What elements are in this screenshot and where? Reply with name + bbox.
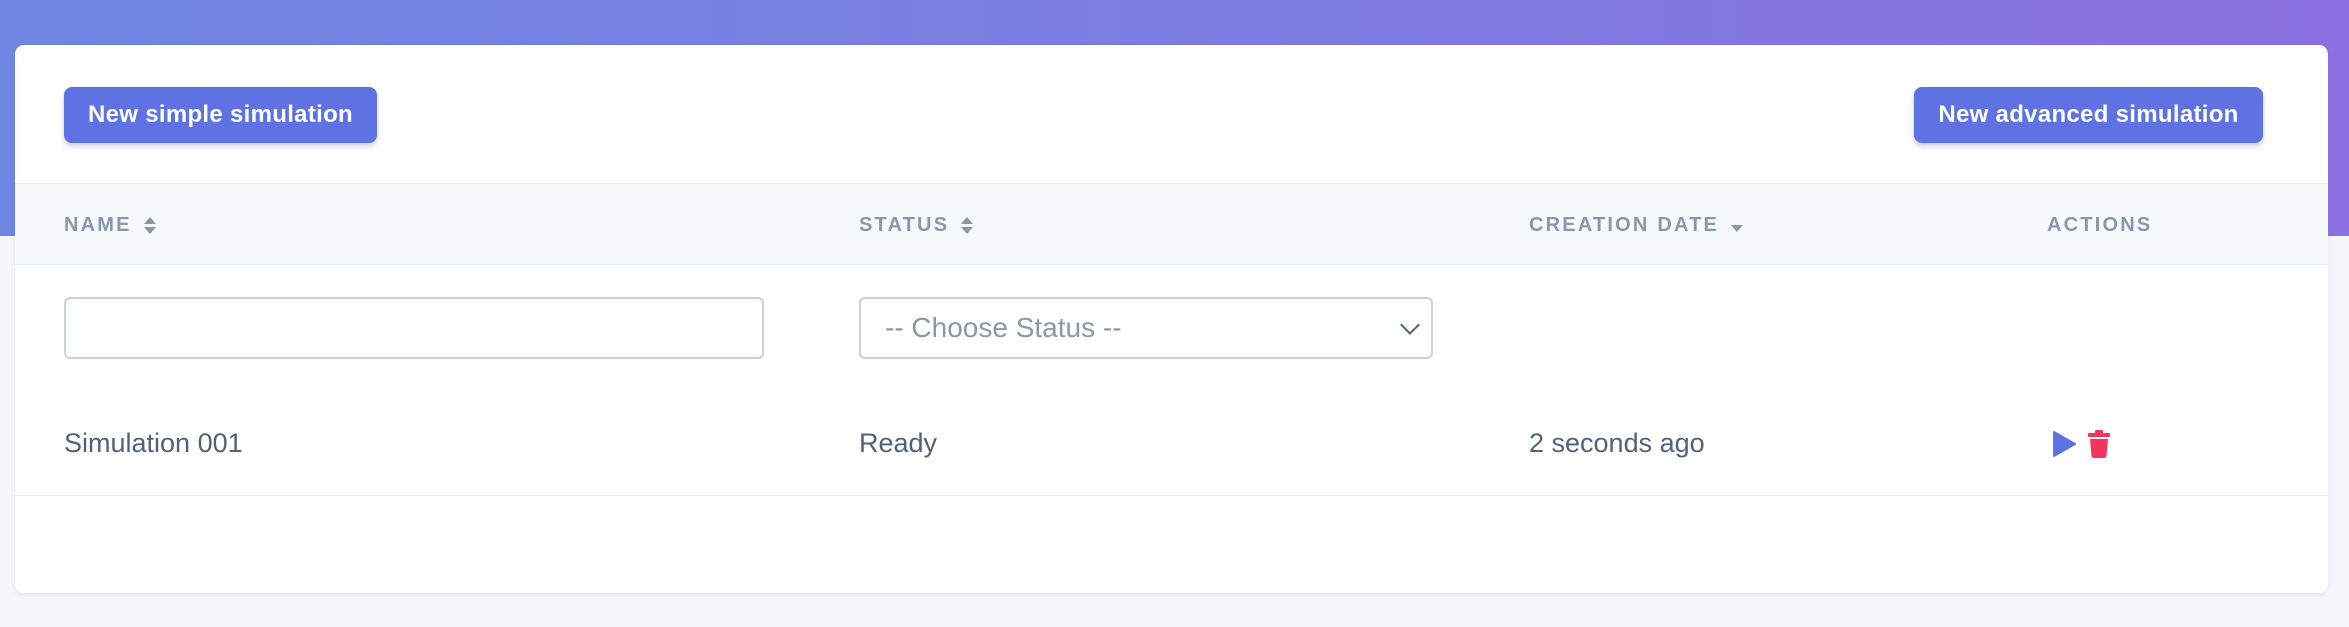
sort-desc-icon[interactable]	[1731, 224, 1744, 232]
status-filter-selected: -- Choose Status --	[885, 312, 1122, 343]
simulations-card: New simple simulation New advanced simul…	[15, 45, 2328, 593]
filter-row: -- Choose Status --	[15, 265, 2328, 391]
trash-icon[interactable]	[2087, 429, 2111, 458]
sort-icon[interactable]	[143, 216, 156, 234]
new-advanced-simulation-button[interactable]: New advanced simulation	[1914, 87, 2263, 143]
play-icon[interactable]	[2051, 430, 2077, 458]
sort-icon[interactable]	[961, 216, 974, 234]
column-header-creation-date-label: CREATION DATE	[1529, 213, 1720, 236]
name-filter-input[interactable]	[64, 297, 764, 359]
column-header-creation-date[interactable]: CREATION DATE	[1529, 184, 1744, 266]
column-header-actions-label: ACTIONS	[2047, 213, 2153, 236]
chevron-down-icon	[1400, 315, 1420, 335]
column-header-status[interactable]: STATUS	[859, 184, 974, 266]
row-creation-date: 2 seconds ago	[1529, 428, 1705, 458]
column-header-status-label: STATUS	[859, 213, 950, 236]
status-filter-select[interactable]: -- Choose Status --	[859, 297, 1433, 359]
card-toolbar: New simple simulation New advanced simul…	[15, 45, 2328, 183]
column-header-name[interactable]: NAME	[64, 184, 156, 266]
table-row: Simulation 001 Ready 2 seconds ago	[15, 391, 2328, 496]
row-name: Simulation 001	[64, 428, 243, 458]
table-header: NAME STATUS CREATION DATE ACTIONS	[15, 183, 2328, 265]
new-simple-simulation-button[interactable]: New simple simulation	[64, 87, 377, 143]
column-header-name-label: NAME	[64, 213, 132, 236]
row-actions	[2051, 391, 2111, 496]
column-header-actions: ACTIONS	[2047, 184, 2152, 266]
row-status: Ready	[859, 428, 938, 458]
